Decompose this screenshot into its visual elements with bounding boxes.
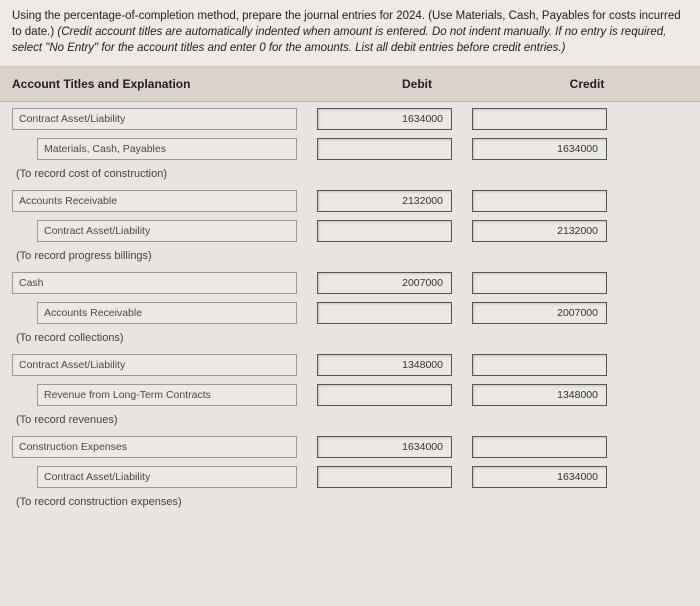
account-select[interactable]: Revenue from Long-Term Contracts xyxy=(37,384,297,406)
header-debit: Debit xyxy=(332,77,502,91)
entries-container: Contract Asset/Liability 1634000 Materia… xyxy=(0,102,700,526)
entry-row: Accounts Receivable 2007000 xyxy=(12,302,688,324)
debit-input[interactable] xyxy=(317,466,452,488)
credit-input[interactable]: 1634000 xyxy=(472,138,607,160)
entry-row: Contract Asset/Liability 1634000 xyxy=(12,108,688,130)
credit-input[interactable]: 2132000 xyxy=(472,220,607,242)
entry-row: Contract Asset/Liability 1634000 xyxy=(12,466,688,488)
debit-input[interactable]: 2132000 xyxy=(317,190,452,212)
entry-row: Accounts Receivable 2132000 xyxy=(12,190,688,212)
account-select[interactable]: Contract Asset/Liability xyxy=(37,466,297,488)
entry-caption: (To record cost of construction) xyxy=(16,168,301,180)
column-header-row: Account Titles and Explanation Debit Cre… xyxy=(0,67,700,102)
debit-input[interactable] xyxy=(317,220,452,242)
account-select[interactable]: Contract Asset/Liability xyxy=(12,108,297,130)
credit-input[interactable] xyxy=(472,272,607,294)
account-select[interactable]: Accounts Receivable xyxy=(12,190,297,212)
credit-input[interactable]: 1348000 xyxy=(472,384,607,406)
account-select[interactable]: Accounts Receivable xyxy=(37,302,297,324)
header-credit: Credit xyxy=(502,77,672,91)
credit-input[interactable]: 2007000 xyxy=(472,302,607,324)
entry-row: Construction Expenses 1634000 xyxy=(12,436,688,458)
credit-input[interactable] xyxy=(472,354,607,376)
debit-input[interactable]: 2007000 xyxy=(317,272,452,294)
account-select[interactable]: Materials, Cash, Payables xyxy=(37,138,297,160)
header-account: Account Titles and Explanation xyxy=(12,77,332,91)
debit-input[interactable]: 1348000 xyxy=(317,354,452,376)
entry-row: Contract Asset/Liability 1348000 xyxy=(12,354,688,376)
instructions-text-italic: (Credit account titles are automatically… xyxy=(12,26,666,54)
entry-row: Cash 2007000 xyxy=(12,272,688,294)
account-select[interactable]: Contract Asset/Liability xyxy=(37,220,297,242)
debit-input[interactable] xyxy=(317,384,452,406)
account-select[interactable]: Cash xyxy=(12,272,297,294)
entry-row: Materials, Cash, Payables 1634000 xyxy=(12,138,688,160)
entry-row: Contract Asset/Liability 2132000 xyxy=(12,220,688,242)
debit-input[interactable] xyxy=(317,138,452,160)
entry-caption: (To record progress billings) xyxy=(16,250,301,262)
entry-row: Revenue from Long-Term Contracts 1348000 xyxy=(12,384,688,406)
account-select[interactable]: Contract Asset/Liability xyxy=(12,354,297,376)
debit-input[interactable] xyxy=(317,302,452,324)
entry-caption: (To record construction expenses) xyxy=(16,496,301,508)
entry-caption: (To record collections) xyxy=(16,332,301,344)
credit-input[interactable] xyxy=(472,108,607,130)
entry-caption: (To record revenues) xyxy=(16,414,301,426)
instructions-block: Using the percentage-of-completion metho… xyxy=(0,0,700,67)
credit-input[interactable] xyxy=(472,190,607,212)
credit-input[interactable] xyxy=(472,436,607,458)
credit-input[interactable]: 1634000 xyxy=(472,466,607,488)
debit-input[interactable]: 1634000 xyxy=(317,108,452,130)
debit-input[interactable]: 1634000 xyxy=(317,436,452,458)
account-select[interactable]: Construction Expenses xyxy=(12,436,297,458)
